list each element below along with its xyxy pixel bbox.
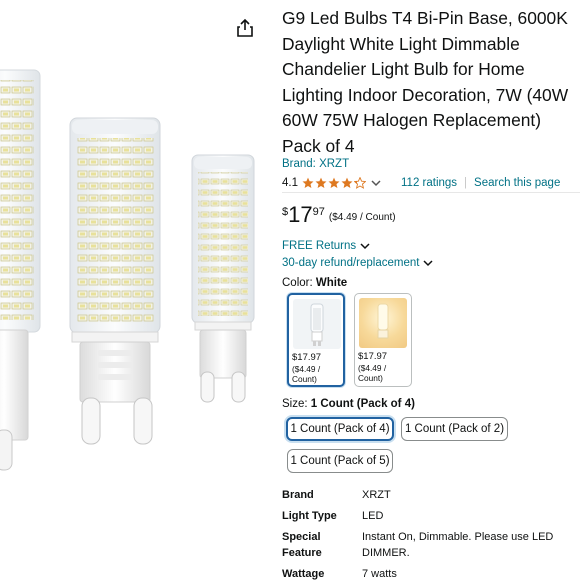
- spec-key: Light Type: [282, 510, 337, 522]
- swatch-price: $17.97: [358, 351, 388, 362]
- size-option-pack-of-5[interactable]: 1 Count (Pack of 5): [287, 449, 393, 473]
- spec-key: Brand: [282, 489, 314, 501]
- free-returns-label: FREE Returns: [282, 240, 357, 252]
- product-image[interactable]: [0, 0, 270, 580]
- product-title: G9 Led Bulbs T4 Bi-Pin Base, 6000K Dayli…: [282, 8, 569, 156]
- color-selected-value: White: [315, 277, 348, 289]
- spec-value-line: Instant On, Dimmable. Please use LED: [362, 531, 554, 543]
- swatch-unit-price: ($4.49 / Count): [292, 364, 321, 384]
- chevron-down-icon: [360, 243, 370, 250]
- spec-value: LED: [362, 510, 384, 522]
- swatch-unit-price: ($4.49 / Count): [358, 363, 387, 383]
- ratings-count-link[interactable]: 112 ratings: [401, 177, 457, 189]
- price: $ 17 97 ($4.49 / Count): [282, 203, 396, 227]
- star-icon: [302, 177, 314, 188]
- color-label: Color: White: [282, 277, 347, 289]
- brand-link[interactable]: Brand: XRZT: [282, 158, 349, 170]
- price-whole: 17: [288, 202, 313, 227]
- size-label: Size: 1 Count (Pack of 4): [282, 398, 415, 410]
- spec-value: XRZT: [362, 489, 391, 501]
- color-label-prefix: Color:: [282, 277, 313, 289]
- star-icon: [315, 177, 327, 188]
- star-icon: [341, 177, 353, 188]
- swatch-image-warm-white: [359, 298, 407, 348]
- price-fraction: 97: [312, 206, 325, 218]
- chevron-down-icon[interactable]: [371, 179, 381, 187]
- size-option-pack-of-4[interactable]: 1 Count (Pack of 4): [286, 417, 394, 441]
- free-returns-link[interactable]: FREE Returns: [282, 240, 370, 252]
- product-info: G9 Led Bulbs T4 Bi-Pin Base, 6000K Dayli…: [282, 0, 580, 580]
- refund-label: 30-day refund/replacement: [282, 257, 420, 269]
- spec-value-line: DIMMER.: [362, 547, 410, 559]
- swatch-image-white: [293, 299, 341, 349]
- star-icon: [328, 177, 340, 188]
- swatch-price: $17.97: [292, 352, 322, 363]
- separator: |: [464, 177, 468, 189]
- spec-value: Instant On, Dimmable. Please use LED DIM…: [362, 529, 562, 561]
- chevron-down-icon: [423, 260, 433, 267]
- share-icon[interactable]: [236, 18, 254, 38]
- star-half-icon: [354, 177, 366, 189]
- search-this-page-link[interactable]: Search this page: [474, 177, 560, 189]
- size-label-prefix: Size:: [282, 398, 308, 410]
- size-option-pack-of-2[interactable]: 1 Count (Pack of 2): [401, 417, 508, 441]
- color-swatch-white[interactable]: $17.97 ($4.49 / Count): [287, 293, 345, 387]
- unit-price: ($4.49 / Count): [328, 212, 396, 223]
- refund-link[interactable]: 30-day refund/replacement: [282, 257, 433, 269]
- star-rating[interactable]: [302, 177, 366, 189]
- size-selected-value: 1 Count (Pack of 4): [310, 398, 415, 410]
- rating-row: 4.1 112 ratings | Search this page: [282, 175, 580, 191]
- spec-key-line: Feature: [282, 547, 322, 559]
- spec-key: Special Feature: [282, 529, 352, 561]
- spec-key-line: Special: [282, 531, 321, 543]
- color-swatch-warm-white[interactable]: $17.97 ($4.49 / Count): [354, 293, 412, 387]
- rating-value: 4.1: [282, 177, 298, 189]
- divider: [282, 192, 580, 193]
